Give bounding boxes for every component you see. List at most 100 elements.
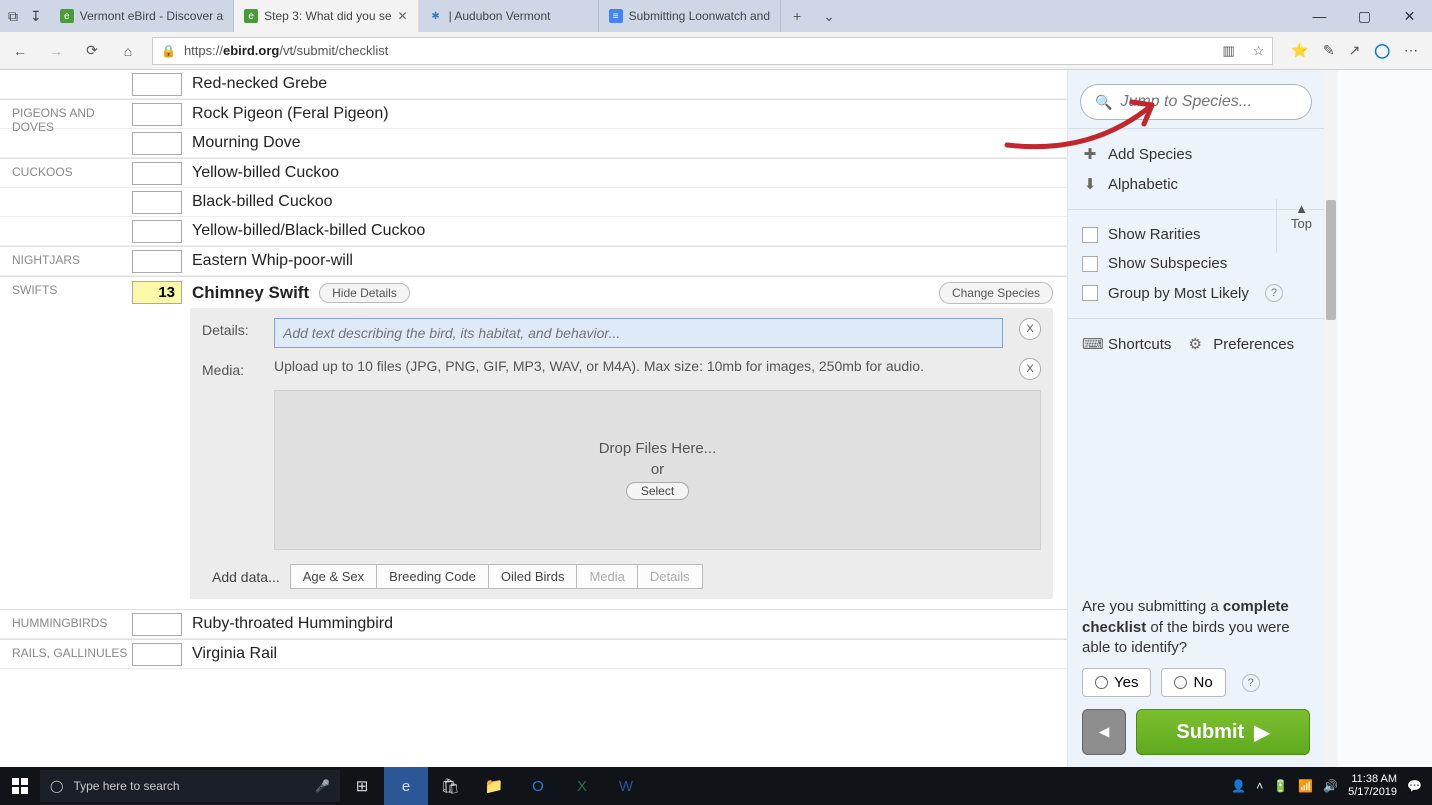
store-taskbar-icon[interactable]: 🛍: [428, 767, 472, 805]
count-input[interactable]: [132, 162, 182, 185]
taskbar-search[interactable]: ◯ Type here to search 🎤: [40, 770, 340, 802]
count-input[interactable]: [132, 220, 182, 243]
alphabetic-button[interactable]: ⬇Alphabetic: [1082, 169, 1310, 199]
start-button[interactable]: [0, 778, 40, 794]
species-row[interactable]: Ruby-throated Hummingbird: [0, 610, 1067, 639]
species-name: Rock Pigeon (Feral Pigeon): [192, 105, 389, 123]
edge-taskbar-icon[interactable]: e: [384, 767, 428, 805]
new-tab-button[interactable]: +: [781, 0, 813, 32]
notifications-icon[interactable]: 💬: [1407, 779, 1422, 793]
species-name: Mourning Dove: [192, 134, 301, 152]
count-input[interactable]: [132, 613, 182, 636]
excel-taskbar-icon[interactable]: X: [560, 767, 604, 805]
species-row[interactable]: Mourning Dove: [0, 129, 1067, 158]
species-row[interactable]: Rock Pigeon (Feral Pigeon): [0, 100, 1067, 129]
edge-logo-icon[interactable]: ◯: [1374, 42, 1390, 59]
count-input[interactable]: [132, 643, 182, 666]
complete-no-radio[interactable]: No: [1161, 668, 1225, 697]
tab-breeding-code[interactable]: Breeding Code: [377, 564, 489, 589]
favorite-icon[interactable]: ☆: [1253, 43, 1265, 59]
group-likely-checkbox[interactable]: Group by Most Likely?: [1082, 278, 1310, 308]
tab-details[interactable]: Details: [638, 564, 703, 589]
search-input[interactable]: [1120, 93, 1297, 111]
show-subspecies-checkbox[interactable]: Show Subspecies: [1082, 249, 1310, 278]
volume-icon[interactable]: 🔊: [1323, 779, 1338, 793]
tray-chevron-icon[interactable]: ˄: [1256, 779, 1263, 793]
back-step-button[interactable]: ◀: [1082, 709, 1126, 755]
back-button[interactable]: ←: [8, 39, 32, 63]
count-input[interactable]: [132, 132, 182, 155]
scrollbar-thumb[interactable]: [1326, 200, 1336, 320]
add-species-button[interactable]: ✚Add Species: [1082, 139, 1310, 169]
tab-0[interactable]: e Vermont eBird - Discover a: [50, 0, 234, 32]
tab-chevron-icon[interactable]: ⌄: [813, 0, 845, 32]
hide-details-button[interactable]: Hide Details: [319, 283, 410, 303]
species-name: Virginia Rail: [192, 645, 277, 663]
tabs-aside-icon[interactable]: ⧉: [8, 8, 18, 25]
tab-media[interactable]: Media: [577, 564, 637, 589]
media-dropzone[interactable]: Drop Files Here... or Select: [274, 390, 1041, 550]
battery-icon[interactable]: 🔋: [1273, 779, 1288, 793]
tab-actions: ⧉ ↧: [0, 0, 50, 32]
triangle-left-icon: ◀: [1099, 724, 1109, 740]
forward-button[interactable]: →: [44, 39, 68, 63]
task-view-button[interactable]: ⊞: [340, 767, 384, 805]
tab-3[interactable]: ≡ Submitting Loonwatch and: [599, 0, 781, 32]
species-row[interactable]: Black-billed Cuckoo: [0, 188, 1067, 217]
jump-to-species-search[interactable]: 🔍: [1080, 84, 1312, 120]
count-input[interactable]: [132, 73, 182, 96]
add-data-label: Add data...: [202, 565, 290, 589]
change-species-button[interactable]: Change Species: [939, 282, 1053, 304]
wifi-icon[interactable]: 📶: [1298, 779, 1313, 793]
species-row[interactable]: Yellow-billed Cuckoo: [0, 159, 1067, 188]
scrollbar[interactable]: [1324, 70, 1338, 767]
species-row[interactable]: Red-necked Grebe: [0, 70, 1067, 99]
favorites-icon[interactable]: ⭐: [1291, 42, 1308, 59]
tab-1[interactable]: e Step 3: What did you se ✕: [234, 0, 418, 32]
species-row[interactable]: Virginia Rail: [0, 640, 1067, 669]
maximize-button[interactable]: ▢: [1342, 0, 1387, 32]
more-icon[interactable]: ⋯: [1404, 42, 1418, 59]
group-header: NIGHTJARS: [12, 253, 132, 267]
count-input[interactable]: [132, 103, 182, 126]
tab-age-sex[interactable]: Age & Sex: [290, 564, 377, 589]
close-media-button[interactable]: X: [1019, 358, 1041, 380]
close-details-button[interactable]: X: [1019, 318, 1041, 340]
explorer-taskbar-icon[interactable]: 📁: [472, 767, 516, 805]
details-label: Details:: [202, 318, 258, 338]
people-icon[interactable]: 👤: [1231, 779, 1246, 793]
count-input[interactable]: [132, 250, 182, 273]
select-files-button[interactable]: Select: [626, 482, 689, 500]
tab-oiled-birds[interactable]: Oiled Birds: [489, 564, 578, 589]
details-input[interactable]: [274, 318, 1003, 348]
checkbox-icon: [1082, 256, 1098, 272]
notes-icon[interactable]: ✎: [1323, 42, 1335, 59]
recent-tabs-icon[interactable]: ↧: [30, 8, 42, 25]
reading-view-icon[interactable]: ▥: [1222, 43, 1234, 59]
home-button[interactable]: ⌂: [116, 39, 140, 63]
species-row[interactable]: Eastern Whip-poor-will: [0, 247, 1067, 276]
count-input[interactable]: 13: [132, 281, 182, 304]
shortcuts-button[interactable]: ⌨Shortcuts: [1082, 329, 1171, 359]
complete-yes-radio[interactable]: Yes: [1082, 668, 1151, 697]
submit-button[interactable]: Submit▶: [1136, 709, 1310, 755]
preferences-button[interactable]: ⚙Preferences: [1187, 329, 1294, 359]
count-input[interactable]: [132, 191, 182, 214]
windows-icon: [12, 778, 28, 794]
mic-icon[interactable]: 🎤: [315, 779, 330, 793]
outlook-taskbar-icon[interactable]: O: [516, 767, 560, 805]
species-row[interactable]: Yellow-billed/Black-billed Cuckoo: [0, 217, 1067, 246]
species-name: Chimney Swift: [192, 283, 309, 303]
help-icon[interactable]: ?: [1265, 284, 1283, 302]
close-icon[interactable]: ✕: [398, 9, 408, 23]
refresh-button[interactable]: ⟳: [80, 39, 104, 63]
share-icon[interactable]: ↗: [1349, 42, 1361, 59]
top-button[interactable]: ▲Top: [1276, 199, 1312, 253]
help-icon[interactable]: ?: [1242, 674, 1260, 692]
close-window-button[interactable]: ✕: [1387, 0, 1432, 32]
tab-2[interactable]: ✱ | Audubon Vermont: [419, 0, 599, 32]
taskbar-clock[interactable]: 11:38 AM 5/17/2019: [1348, 773, 1397, 798]
address-bar[interactable]: 🔒 https://ebird.org/vt/submit/checklist …: [152, 37, 1273, 65]
minimize-button[interactable]: —: [1297, 0, 1342, 32]
word-taskbar-icon[interactable]: W: [604, 767, 648, 805]
